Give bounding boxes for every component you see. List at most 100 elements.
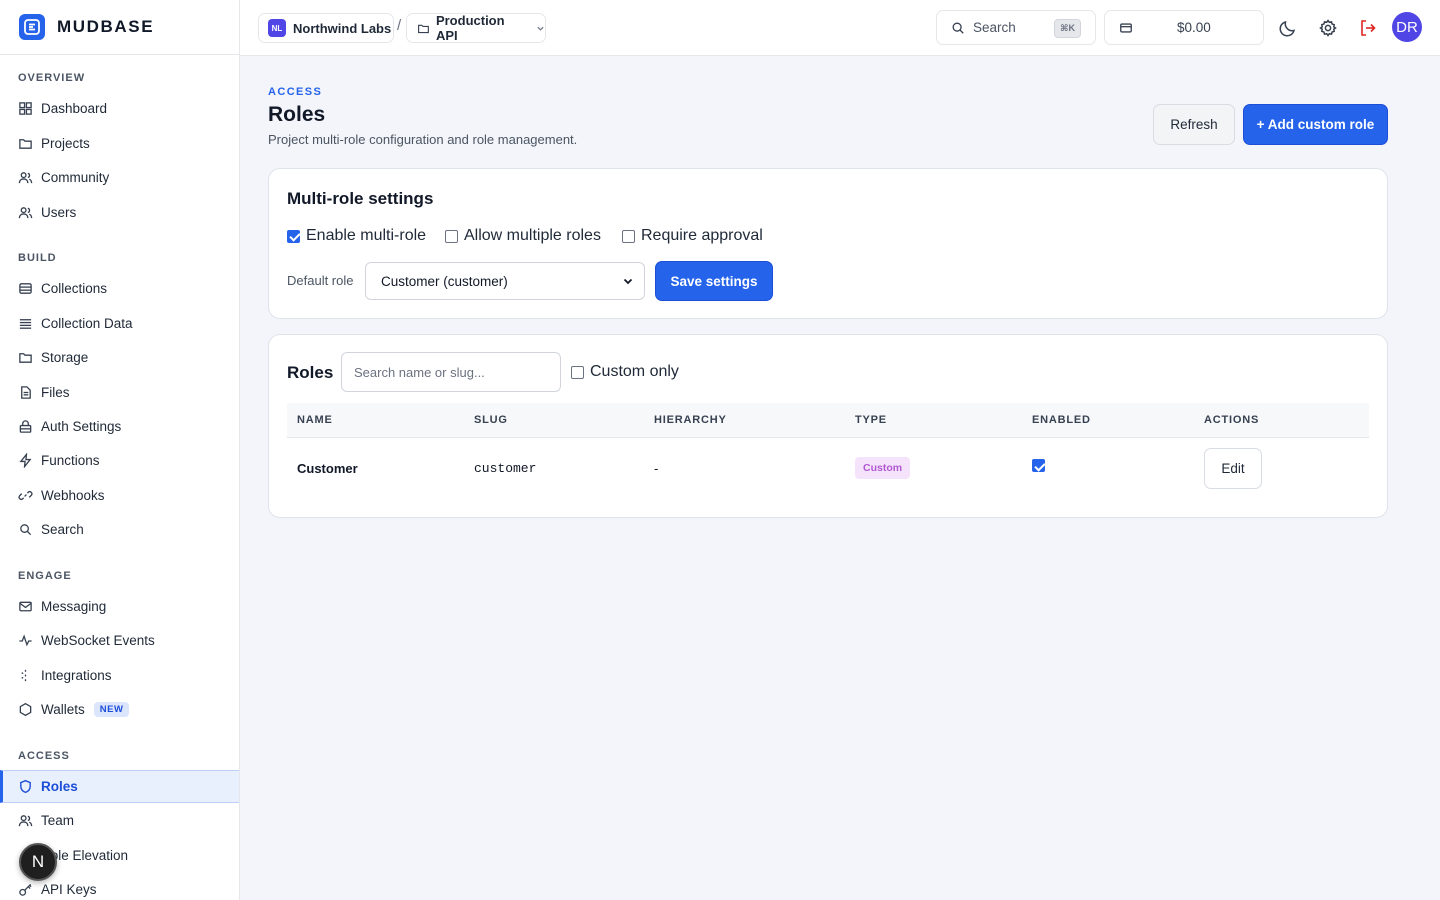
wallet-balance[interactable]: $0.00 — [1104, 10, 1264, 45]
role-hierarchy: - — [654, 461, 659, 476]
sidebar-item-label: Roles — [41, 779, 78, 794]
custom-only-checkbox[interactable]: Custom only — [571, 363, 679, 381]
add-custom-role-button[interactable]: + Add custom role — [1243, 104, 1388, 145]
checkbox-label: Require approval — [641, 227, 763, 244]
sidebar-item-label: Integrations — [41, 667, 112, 683]
credit-card-icon — [1120, 22, 1132, 33]
checkbox-unchecked — [445, 229, 458, 243]
sidebar-item-collections[interactable]: Collections — [0, 272, 239, 304]
logo-icon — [19, 14, 45, 40]
sidebar-item-label: Team — [41, 812, 75, 828]
search-shortcut: ⌘K — [1054, 19, 1081, 38]
allow-multiple-roles-checkbox[interactable]: Allow multiple roles — [445, 227, 601, 245]
list-icon — [19, 318, 32, 329]
activity-icon — [19, 633, 32, 646]
roles-title: Roles — [287, 363, 334, 382]
page-subtitle: Project multi-role configuration and rol… — [268, 132, 578, 147]
column-header-hierarchy: HIERARCHY — [654, 414, 727, 426]
checkbox-label: Enable multi-role — [306, 227, 427, 244]
sidebar-item-label: Auth Settings — [41, 418, 122, 434]
sidebar-item-users[interactable]: Users — [0, 196, 239, 228]
sidebar-item-collection-data[interactable]: Collection Data — [0, 307, 239, 339]
sidebar-item-team[interactable]: Team — [0, 804, 239, 836]
checkbox-checked — [287, 229, 300, 243]
checkbox-label: Custom only — [590, 363, 679, 380]
section-label-overview: OVERVIEW — [18, 72, 86, 84]
project-switcher[interactable]: Production API — [406, 13, 546, 43]
sidebar-item-label: Wallets — [41, 701, 85, 717]
checkbox-unchecked — [622, 229, 635, 243]
multi-role-settings-card: Multi-role settings Enable multi-role Al… — [268, 168, 1388, 319]
sidebar-item-label: Collections — [41, 280, 108, 296]
sidebar-item-projects[interactable]: Projects — [0, 127, 239, 159]
role-slug: customer — [474, 461, 537, 476]
new-badge: NEW — [93, 701, 130, 717]
sidebar-item-functions[interactable]: Functions — [0, 444, 239, 476]
roles-table-header: NAME SLUG HIERARCHY TYPE ENABLED ACTIONS — [287, 403, 1369, 438]
mail-icon — [19, 601, 32, 611]
grid-icon — [19, 101, 32, 115]
sidebar-item-integrations[interactable]: Integrations — [0, 659, 239, 691]
sidebar-item-label: WebSocket Events — [41, 632, 155, 648]
sidebar-item-search[interactable]: Search — [0, 513, 239, 545]
sidebar-item-websocket-events[interactable]: WebSocket Events — [0, 624, 239, 656]
global-search[interactable]: Search ⌘K — [936, 10, 1096, 45]
sidebar-item-messaging[interactable]: Messaging — [0, 590, 239, 622]
sidebar-item-storage[interactable]: Storage — [0, 341, 239, 373]
save-settings-button[interactable]: Save settings — [655, 261, 773, 301]
sidebar-item-label: Community — [41, 169, 110, 185]
app-name: MUDBASE — [57, 17, 155, 36]
sidebar-item-label: Projects — [41, 135, 90, 151]
role-search-input[interactable]: Search name or slug... — [341, 352, 561, 392]
shield-icon — [20, 779, 31, 794]
role-enabled-checkbox[interactable] — [1032, 459, 1051, 472]
users-icon — [18, 171, 33, 183]
roles-card: Roles Search name or slug... Custom only… — [268, 334, 1388, 518]
moon-icon[interactable] — [1277, 17, 1299, 39]
settings-title: Multi-role settings — [287, 189, 434, 208]
sidebar-item-label: Search — [41, 521, 84, 537]
sidebar-item-wallets[interactable]: Wallets NEW — [0, 693, 239, 725]
org-switcher[interactable]: NL Northwind Labs — [258, 13, 394, 43]
sidebar-item-label: Collection Data — [41, 315, 133, 331]
sidebar-item-auth-settings[interactable]: Auth Settings — [0, 410, 239, 442]
edit-role-button[interactable]: Edit — [1204, 448, 1262, 489]
search-label: Search — [973, 20, 1016, 35]
breadcrumb-separator: / — [397, 17, 402, 34]
sidebar-item-label: Files — [41, 384, 70, 400]
sidebar-item-webhooks[interactable]: Webhooks — [0, 479, 239, 511]
org-name: Northwind Labs — [293, 20, 392, 36]
require-approval-checkbox[interactable]: Require approval — [622, 227, 763, 245]
user-avatar[interactable]: DR — [1392, 12, 1422, 42]
sidebar-item-label: Webhooks — [41, 487, 105, 503]
column-header-slug: SLUG — [474, 414, 508, 426]
checkbox-checked — [1032, 459, 1045, 472]
gear-icon[interactable] — [1317, 17, 1339, 39]
floating-dev-badge[interactable]: N — [19, 843, 57, 881]
sidebar-item-dashboard[interactable]: Dashboard — [0, 92, 239, 124]
refresh-button[interactable]: Refresh — [1153, 104, 1235, 145]
users-icon — [18, 814, 33, 826]
sidebar-item-label: Dashboard — [41, 100, 108, 116]
logout-icon[interactable] — [1357, 17, 1379, 39]
enable-multi-role-checkbox[interactable]: Enable multi-role — [287, 227, 426, 245]
lock-icon — [19, 419, 32, 433]
column-header-name: NAME — [297, 414, 333, 426]
logo[interactable]: MUDBASE — [0, 0, 239, 55]
column-header-actions: ACTIONS — [1204, 414, 1260, 426]
sidebar-item-community[interactable]: Community — [0, 161, 239, 193]
folder-icon — [19, 138, 32, 149]
sidebar-item-roles[interactable]: Roles — [0, 770, 239, 803]
column-header-enabled: ENABLED — [1032, 414, 1091, 426]
checkbox-unchecked — [571, 365, 584, 379]
default-role-select[interactable]: Customer (customer) — [365, 262, 645, 300]
checkbox-label: Allow multiple roles — [464, 227, 601, 244]
sidebar-item-label: Storage — [41, 349, 89, 365]
folder-icon — [19, 352, 32, 363]
sidebar-item-label: Messaging — [41, 598, 107, 614]
sidebar-item-label: Users — [41, 204, 77, 220]
role-name: Customer — [297, 461, 358, 476]
project-name: Production API — [435, 13, 505, 43]
column-header-type: TYPE — [855, 414, 887, 426]
sidebar-item-files[interactable]: Files — [0, 376, 239, 408]
